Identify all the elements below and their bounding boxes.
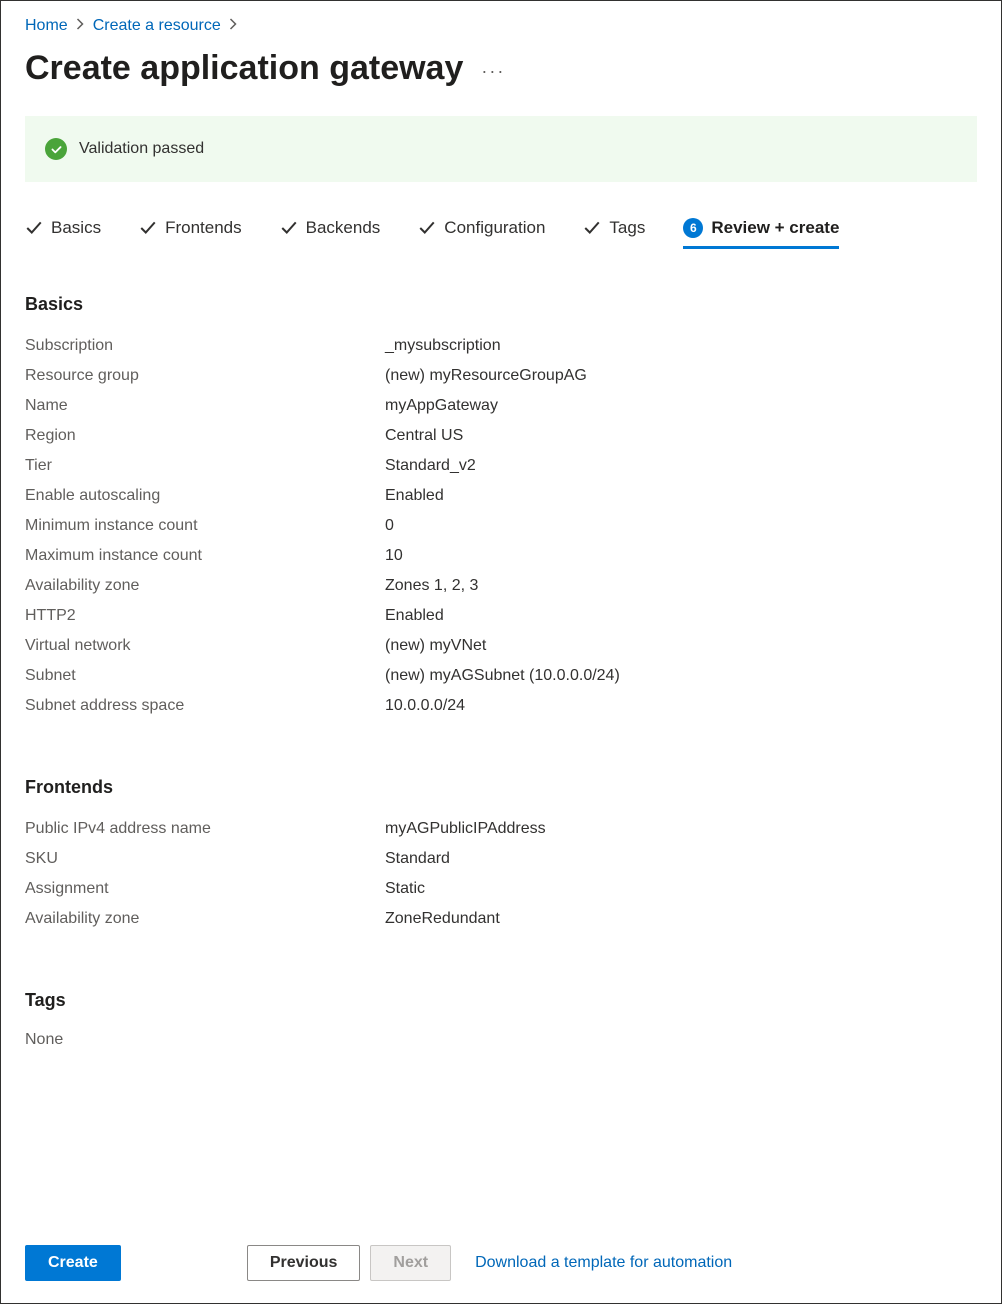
- page-title: Create application gateway: [25, 49, 463, 88]
- kv-label: Resource group: [25, 367, 385, 385]
- kv-value: 10: [385, 547, 403, 565]
- tab-label: Tags: [609, 218, 645, 238]
- kv-row: Enable autoscalingEnabled: [25, 481, 977, 511]
- breadcrumb-create-resource[interactable]: Create a resource: [93, 17, 221, 35]
- kv-row: SKUStandard: [25, 844, 977, 874]
- more-menu-icon[interactable]: ···: [481, 61, 505, 82]
- validation-message: Validation passed: [79, 140, 204, 158]
- kv-value: ZoneRedundant: [385, 910, 500, 928]
- kv-label: HTTP2: [25, 607, 385, 625]
- kv-label: Tier: [25, 457, 385, 475]
- kv-label: SKU: [25, 850, 385, 868]
- section-basics: Basics Subscription_mysubscription Resou…: [25, 294, 977, 721]
- breadcrumb-home[interactable]: Home: [25, 17, 68, 35]
- chevron-right-icon: [229, 17, 238, 35]
- kv-label: Availability zone: [25, 910, 385, 928]
- kv-row: Public IPv4 address namemyAGPublicIPAddr…: [25, 814, 977, 844]
- check-icon: [418, 219, 436, 237]
- tab-label: Basics: [51, 218, 101, 238]
- section-frontends: Frontends Public IPv4 address namemyAGPu…: [25, 777, 977, 934]
- wizard-footer: Create Previous Next Download a template…: [1, 1227, 1001, 1303]
- kv-value: (new) myVNet: [385, 637, 486, 655]
- section-title-basics: Basics: [25, 294, 977, 315]
- kv-value: myAGPublicIPAddress: [385, 820, 546, 838]
- check-icon: [139, 219, 157, 237]
- tab-label: Frontends: [165, 218, 242, 238]
- kv-value: Static: [385, 880, 425, 898]
- kv-label: Subnet address space: [25, 697, 385, 715]
- kv-label: Region: [25, 427, 385, 445]
- kv-value: 0: [385, 517, 394, 535]
- page-title-row: Create application gateway ···: [25, 49, 977, 88]
- kv-row: Subnet address space10.0.0.0/24: [25, 691, 977, 721]
- kv-row: TierStandard_v2: [25, 451, 977, 481]
- check-icon: [280, 219, 298, 237]
- kv-value: 10.0.0.0/24: [385, 697, 465, 715]
- kv-value: Enabled: [385, 607, 444, 625]
- kv-label: Availability zone: [25, 577, 385, 595]
- tab-label: Backends: [306, 218, 381, 238]
- tab-backends[interactable]: Backends: [280, 218, 381, 249]
- kv-row: AssignmentStatic: [25, 874, 977, 904]
- check-icon: [583, 219, 601, 237]
- check-icon: [25, 219, 43, 237]
- kv-label: Name: [25, 397, 385, 415]
- kv-label: Public IPv4 address name: [25, 820, 385, 838]
- kv-row: Availability zoneZoneRedundant: [25, 904, 977, 934]
- tab-step-number: 6: [683, 218, 703, 238]
- kv-label: Minimum instance count: [25, 517, 385, 535]
- kv-value: Standard: [385, 850, 450, 868]
- kv-row: HTTP2Enabled: [25, 601, 977, 631]
- tab-basics[interactable]: Basics: [25, 218, 101, 249]
- kv-value: (new) myResourceGroupAG: [385, 367, 587, 385]
- section-title-tags: Tags: [25, 990, 977, 1011]
- kv-value: Zones 1, 2, 3: [385, 577, 478, 595]
- tab-label: Review + create: [711, 218, 839, 238]
- download-template-link[interactable]: Download a template for automation: [475, 1254, 732, 1272]
- kv-value: _mysubscription: [385, 337, 501, 355]
- tab-tags[interactable]: Tags: [583, 218, 645, 249]
- section-title-frontends: Frontends: [25, 777, 977, 798]
- tab-review-create[interactable]: 6 Review + create: [683, 218, 839, 249]
- kv-row: RegionCentral US: [25, 421, 977, 451]
- chevron-right-icon: [76, 17, 85, 35]
- kv-row: NamemyAppGateway: [25, 391, 977, 421]
- validation-banner: Validation passed: [25, 116, 977, 182]
- next-button: Next: [370, 1245, 451, 1281]
- kv-label: Maximum instance count: [25, 547, 385, 565]
- create-button[interactable]: Create: [25, 1245, 121, 1281]
- kv-label: Subscription: [25, 337, 385, 355]
- kv-row: Subnet(new) myAGSubnet (10.0.0.0/24): [25, 661, 977, 691]
- kv-row: Resource group(new) myResourceGroupAG: [25, 361, 977, 391]
- kv-value: Central US: [385, 427, 463, 445]
- wizard-tabs: Basics Frontends Backends Configuration …: [25, 218, 977, 250]
- tab-configuration[interactable]: Configuration: [418, 218, 545, 249]
- previous-button[interactable]: Previous: [247, 1245, 361, 1281]
- kv-row: Subscription_mysubscription: [25, 331, 977, 361]
- tab-frontends[interactable]: Frontends: [139, 218, 242, 249]
- kv-label: Subnet: [25, 667, 385, 685]
- section-tags: Tags None: [25, 990, 977, 1053]
- kv-label: Enable autoscaling: [25, 487, 385, 505]
- tab-label: Configuration: [444, 218, 545, 238]
- check-circle-icon: [45, 138, 67, 160]
- kv-value: myAppGateway: [385, 397, 498, 415]
- kv-row: Minimum instance count0: [25, 511, 977, 541]
- kv-label: Assignment: [25, 880, 385, 898]
- breadcrumb: Home Create a resource: [25, 17, 977, 35]
- kv-value: Enabled: [385, 487, 444, 505]
- tags-none: None: [25, 1027, 977, 1053]
- kv-row: Availability zoneZones 1, 2, 3: [25, 571, 977, 601]
- kv-row: Maximum instance count10: [25, 541, 977, 571]
- kv-value: (new) myAGSubnet (10.0.0.0/24): [385, 667, 620, 685]
- kv-value: Standard_v2: [385, 457, 476, 475]
- kv-label: Virtual network: [25, 637, 385, 655]
- kv-row: Virtual network(new) myVNet: [25, 631, 977, 661]
